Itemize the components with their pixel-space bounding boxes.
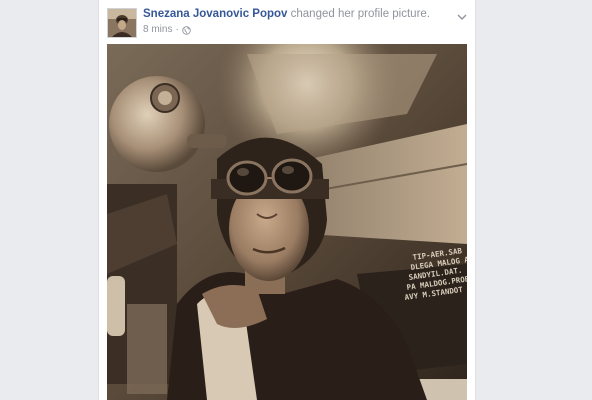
timestamp-link[interactable]: 8 mins	[143, 24, 172, 36]
avatar-photo	[108, 9, 136, 37]
globe-icon[interactable]	[182, 25, 191, 35]
avatar[interactable]	[107, 8, 137, 38]
post-action-text: changed her profile picture.	[287, 8, 430, 20]
chevron-down-icon[interactable]	[457, 8, 467, 20]
profile-picture-photo[interactable]: TIP-AER.SAB DLEGA MALOG A SANDYIL.DAT. P…	[107, 44, 467, 400]
meta-separator: ·	[175, 24, 179, 35]
feed-post: Snezana Jovanovic Popov changed her prof…	[98, 0, 476, 400]
post-header: Snezana Jovanovic Popov changed her prof…	[143, 7, 443, 21]
author-name-link[interactable]: Snezana Jovanovic Popov	[143, 8, 287, 20]
post-meta: 8 mins ·	[143, 24, 191, 36]
news-feed: Snezana Jovanovic Popov changed her prof…	[0, 0, 592, 400]
